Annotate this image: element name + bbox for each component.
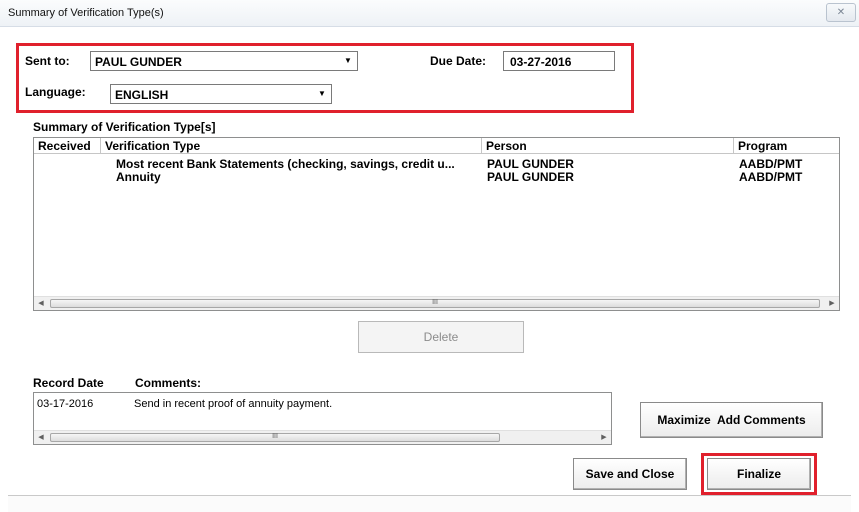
verification-summary-window: Summary of Verification Type(s) ✕ Sent t… [0,0,859,512]
comment-text: Send in recent proof of annuity payment. [134,398,333,410]
sent-to-value: PAUL GUNDER [95,55,182,69]
summary-horizontal-scrollbar[interactable]: ◀ III ▶ [34,296,839,310]
summary-heading: Summary of Verification Type[s] [33,120,216,134]
row-verification-type: Most recent Bank Statements (checking, s… [116,157,455,171]
due-date-label: Due Date: [430,54,487,68]
comments-list[interactable]: 03-17-2016 Send in recent proof of annui… [33,392,612,445]
save-and-close-button[interactable]: Save and Close [573,458,687,490]
scroll-thumb-grip: III [272,433,278,440]
sent-to-label: Sent to: [25,54,70,68]
scroll-thumb[interactable]: III [50,299,820,308]
scroll-right-icon[interactable]: ▶ [825,297,839,310]
table-row[interactable]: Annuity PAUL GUNDER AABD/PMT [34,170,839,184]
language-label: Language: [25,85,86,99]
sent-to-dropdown[interactable]: PAUL GUNDER ▼ [90,51,358,71]
row-person: PAUL GUNDER [487,157,574,171]
column-received[interactable]: Received [34,138,101,154]
comments-label: Comments: [135,376,202,390]
comment-record-date: 03-17-2016 [37,398,94,410]
record-date-label: Record Date [33,376,104,390]
due-date-field[interactable]: 03-27-2016 [503,51,615,71]
column-program[interactable]: Program [734,138,839,154]
language-dropdown[interactable]: ENGLISH ▼ [110,84,332,104]
scroll-right-icon[interactable]: ▶ [597,431,611,444]
title-bar: Summary of Verification Type(s) ✕ [0,0,859,27]
scroll-left-icon[interactable]: ◀ [34,297,48,310]
maximize-add-comments-button[interactable]: Maximize Add Comments [640,402,823,438]
window-title: Summary of Verification Type(s) [8,7,164,19]
row-program: AABD/PMT [739,157,803,171]
column-verification-type[interactable]: Verification Type [101,138,482,154]
row-verification-type: Annuity [116,170,161,184]
row-program: AABD/PMT [739,170,803,184]
chevron-down-icon: ▼ [344,56,352,65]
finalize-button[interactable]: Finalize [707,458,811,490]
list-item[interactable]: 03-17-2016 Send in recent proof of annui… [34,398,611,412]
status-bar [8,495,851,512]
column-person[interactable]: Person [482,138,734,154]
table-row[interactable]: Most recent Bank Statements (checking, s… [34,157,839,171]
row-person: PAUL GUNDER [487,170,574,184]
scroll-thumb-grip: III [432,299,438,306]
language-value: ENGLISH [115,88,169,102]
scroll-thumb[interactable]: III [50,433,500,442]
scroll-left-icon[interactable]: ◀ [34,431,48,444]
verification-type-list[interactable]: Received Verification Type Person Progra… [33,137,840,311]
close-icon[interactable]: ✕ [826,3,856,22]
comments-horizontal-scrollbar[interactable]: ◀ III ▶ [34,430,611,444]
chevron-down-icon: ▼ [318,89,326,98]
due-date-value: 03-27-2016 [510,55,572,69]
delete-button[interactable]: Delete [358,321,524,353]
list-header: Received Verification Type Person Progra… [34,138,839,154]
